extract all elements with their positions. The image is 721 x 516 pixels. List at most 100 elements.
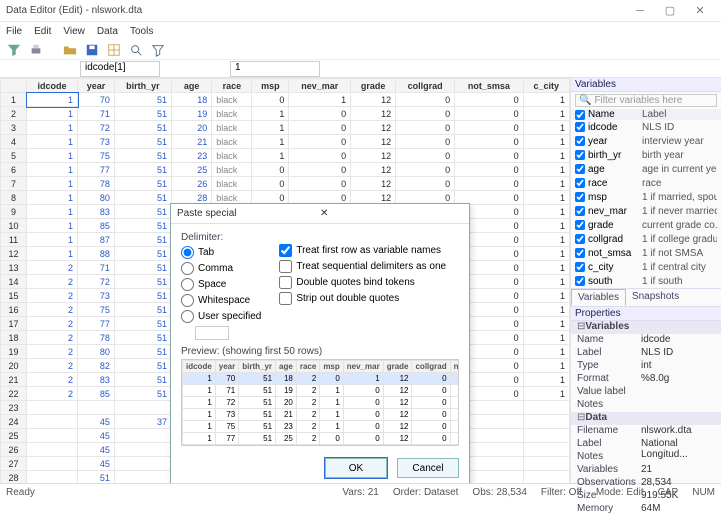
cell[interactable]: 72	[78, 275, 115, 289]
table-row[interactable]: 71785126black0012001	[1, 177, 570, 191]
cell[interactable]: 80	[78, 345, 115, 359]
cell[interactable]: 1	[523, 261, 569, 275]
cell[interactable]: 1	[27, 93, 78, 107]
menu-tools[interactable]: Tools	[130, 26, 153, 37]
cell[interactable]	[27, 429, 78, 443]
cell[interactable]: 45	[78, 415, 115, 429]
cell[interactable]: 2	[27, 359, 78, 373]
cell-name-box[interactable]: idcode[1]	[80, 61, 160, 77]
cell[interactable]: 73	[78, 289, 115, 303]
delim-space[interactable]: Space	[181, 278, 261, 291]
row-number[interactable]: 16	[1, 303, 27, 317]
cell[interactable]: 77	[78, 163, 115, 177]
cell[interactable]: 19	[171, 107, 211, 121]
cell[interactable]: 51	[114, 121, 171, 135]
cancel-button[interactable]: Cancel	[397, 458, 459, 478]
save-icon[interactable]	[84, 42, 100, 58]
cell[interactable]: black	[212, 177, 252, 191]
cell[interactable]: 1	[523, 387, 569, 401]
cell[interactable]: 51	[114, 275, 171, 289]
col-grade[interactable]: grade	[351, 79, 396, 93]
cell[interactable]: 12	[351, 163, 396, 177]
row-number[interactable]: 13	[1, 261, 27, 275]
cell[interactable]: 0	[455, 121, 523, 135]
cell[interactable]: 0	[396, 107, 455, 121]
menu-view[interactable]: View	[63, 26, 85, 37]
cell[interactable]: 1	[27, 163, 78, 177]
cell[interactable]: 37	[114, 415, 171, 429]
cell[interactable]: 85	[78, 219, 115, 233]
prop-section[interactable]: Variables	[571, 321, 721, 334]
delim-comma[interactable]: Comma	[181, 262, 261, 275]
varlist-check[interactable]	[575, 262, 585, 272]
varlist-check[interactable]	[575, 192, 585, 202]
cell[interactable]	[523, 457, 569, 471]
cell[interactable]: 51	[114, 331, 171, 345]
cell[interactable]: 51	[114, 191, 171, 205]
cell[interactable]: 51	[114, 345, 171, 359]
cell[interactable]: black	[212, 107, 252, 121]
varlist-check[interactable]	[575, 206, 585, 216]
row-number[interactable]: 2	[1, 107, 27, 121]
cell[interactable]: 0	[289, 149, 351, 163]
cell[interactable]: 51	[114, 317, 171, 331]
search-icon[interactable]	[128, 42, 144, 58]
cell[interactable]	[114, 471, 171, 484]
row-number[interactable]: 9	[1, 205, 27, 219]
row-number[interactable]: 12	[1, 247, 27, 261]
grid-icon[interactable]	[106, 42, 122, 58]
print-icon[interactable]	[28, 42, 44, 58]
cell[interactable]: 51	[114, 205, 171, 219]
funnel-icon[interactable]	[150, 42, 166, 58]
varlist-check[interactable]	[575, 220, 585, 230]
cell[interactable]: 45	[78, 443, 115, 457]
cell[interactable]: 2	[27, 261, 78, 275]
cell[interactable]: 1	[252, 135, 289, 149]
cell[interactable]: 82	[78, 359, 115, 373]
cell[interactable]: 87	[78, 233, 115, 247]
cell[interactable]	[114, 429, 171, 443]
cell[interactable]: 0	[396, 177, 455, 191]
cell[interactable]: 0	[289, 121, 351, 135]
row-number[interactable]: 4	[1, 135, 27, 149]
cell[interactable]: 51	[114, 247, 171, 261]
cell[interactable]: 2	[27, 289, 78, 303]
cell[interactable]: 1	[523, 359, 569, 373]
cell[interactable]: 1	[27, 177, 78, 191]
varlist-item[interactable]: birth_yrbirth year	[571, 148, 721, 162]
cell[interactable]: 1	[523, 373, 569, 387]
opt-seq-delims[interactable]: Treat sequential delimiters as one	[279, 260, 446, 273]
cell[interactable]: 85	[78, 387, 115, 401]
dialog-close-icon[interactable]: ✕	[320, 208, 463, 219]
col-birth_yr[interactable]: birth_yr	[114, 79, 171, 93]
cell[interactable]: 12	[351, 107, 396, 121]
cell-value-box[interactable]: 1	[230, 61, 320, 77]
cell[interactable]: 51	[114, 233, 171, 247]
varlist-item[interactable]: south1 if south	[571, 274, 721, 288]
varlist-check[interactable]	[575, 234, 585, 244]
cell[interactable]	[523, 415, 569, 429]
col-nev_mar[interactable]: nev_mar	[289, 79, 351, 93]
cell[interactable]: 51	[114, 303, 171, 317]
col-idcode[interactable]: idcode	[27, 79, 78, 93]
row-number[interactable]: 28	[1, 471, 27, 484]
cell[interactable]: 0	[455, 93, 523, 107]
cell[interactable]: 71	[78, 107, 115, 121]
cell[interactable]: 0	[252, 93, 289, 107]
row-number[interactable]: 17	[1, 317, 27, 331]
cell[interactable]: 80	[78, 191, 115, 205]
cell[interactable]: 51	[114, 149, 171, 163]
row-number[interactable]: 5	[1, 149, 27, 163]
cell[interactable]: 88	[78, 247, 115, 261]
cell[interactable]: 2	[27, 387, 78, 401]
cell[interactable]: black	[212, 93, 252, 107]
cell[interactable]: 0	[289, 135, 351, 149]
cell[interactable]: 1	[523, 317, 569, 331]
cell[interactable]: 1	[523, 149, 569, 163]
cell[interactable]: 0	[396, 149, 455, 163]
prop-section[interactable]: Data	[571, 412, 721, 425]
cell[interactable]: 1	[523, 303, 569, 317]
cell[interactable]	[114, 443, 171, 457]
row-number[interactable]: 15	[1, 289, 27, 303]
cell[interactable]: 1	[252, 107, 289, 121]
